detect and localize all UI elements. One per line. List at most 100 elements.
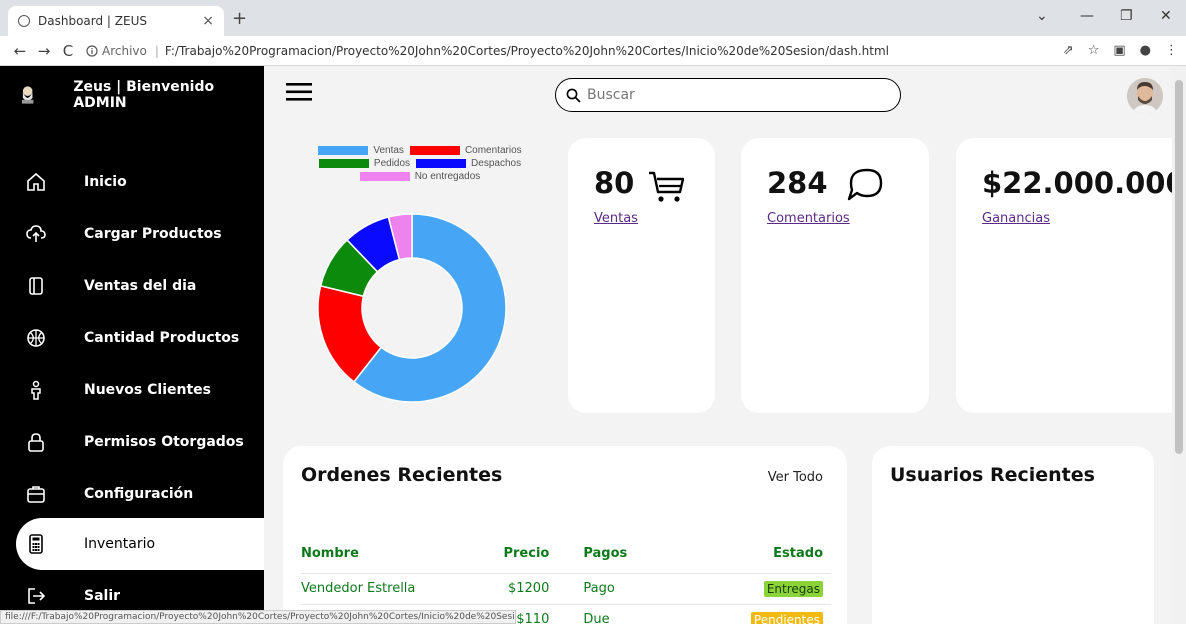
- view-all-link[interactable]: Ver Todo: [768, 470, 823, 485]
- scrollbar-thumb[interactable]: [1175, 80, 1183, 454]
- calculator-icon: [26, 534, 46, 554]
- order-payment: Pago: [573, 572, 704, 604]
- sidebar-item-ventas-del-dia[interactable]: Ventas del dia: [16, 260, 264, 312]
- sidebar-item-label: Salir: [84, 588, 121, 604]
- legend-item[interactable]: No entregados: [359, 171, 480, 182]
- sidebar-item-configuracion[interactable]: Configuración: [16, 468, 264, 520]
- column-header: Precio: [503, 546, 550, 562]
- legend-item[interactable]: Pedidos: [318, 158, 411, 169]
- stat-link[interactable]: Comentarios: [767, 211, 850, 226]
- user-photo: [1127, 78, 1163, 114]
- stat-link[interactable]: Ventas: [594, 211, 638, 226]
- legend-item[interactable]: Comentarios: [409, 145, 522, 156]
- info-icon: [86, 44, 98, 57]
- basketball-icon: [26, 328, 46, 348]
- legend-swatch: [318, 146, 369, 155]
- stat-value: $22.000.000: [982, 166, 1186, 200]
- close-window-button[interactable]: ✕: [1160, 8, 1172, 24]
- app: Zeus | Bienvenido ADMIN Inicio Cargar Pr…: [0, 66, 1186, 624]
- table-row[interactable]: Vendedor Estrella $1200 Pago Entregas: [301, 572, 831, 604]
- column-header: Nombre: [301, 546, 359, 562]
- table-header-row: Nombre Precio Pagos Estado: [301, 535, 831, 573]
- cloud-upload-icon: [26, 224, 46, 244]
- hamburger-menu-icon[interactable]: [286, 82, 312, 102]
- avatar[interactable]: [1127, 78, 1163, 114]
- stat-card-comentarios: 284 Comentarios: [741, 138, 929, 413]
- reload-button[interactable]: C: [56, 42, 80, 60]
- status-badge: Entregas: [763, 580, 823, 597]
- donut-svg: [317, 213, 507, 403]
- stat-link[interactable]: Ganancias: [982, 211, 1050, 226]
- stat-value: 284: [767, 166, 828, 200]
- divider: |: [154, 43, 159, 58]
- sidebar-item-label: Configuración: [84, 486, 194, 502]
- forward-button[interactable]: →: [32, 42, 56, 60]
- panel-title: Ordenes Recientes: [301, 464, 503, 486]
- legend-item[interactable]: Despachos: [416, 158, 521, 169]
- sidebar-brand[interactable]: Zeus | Bienvenido ADMIN: [20, 79, 264, 111]
- sidebar-item-label: Cantidad Productos: [84, 330, 240, 346]
- search-icon: [566, 88, 581, 103]
- legend-swatch: [318, 159, 369, 168]
- profile-icon[interactable]: ●: [1140, 43, 1151, 58]
- panel-title: Usuarios Recientes: [890, 464, 1095, 486]
- legend-swatch: [416, 159, 467, 168]
- chat-bubble-icon: [847, 168, 883, 201]
- legend-swatch: [359, 172, 410, 181]
- sidebar-item-label: Permisos Otorgados: [84, 434, 244, 450]
- column-header: Pagos: [583, 546, 628, 562]
- star-icon[interactable]: ☆: [1088, 43, 1100, 58]
- legend-label: Despachos: [471, 158, 522, 169]
- address-bar: ← → C Archivo | F:/Trabajo%20Programacio…: [0, 36, 1186, 66]
- new-tab-button[interactable]: +: [232, 8, 247, 29]
- status-badge: Pendientes: [750, 611, 823, 624]
- sidebar-item-cargar-productos[interactable]: Cargar Productos: [16, 208, 264, 260]
- sidebar-item-label: Ventas del dia: [84, 278, 197, 294]
- share-icon[interactable]: ⇗: [1063, 43, 1074, 58]
- back-button[interactable]: ←: [8, 42, 32, 60]
- order-price: $1200: [483, 572, 574, 604]
- sidebar-item-label: Inicio: [84, 174, 127, 190]
- sidebar-item-label: Nuevos Clientes: [84, 382, 211, 398]
- search-box: [555, 78, 901, 112]
- cart-icon: [649, 171, 684, 202]
- stat-card-ganancias: $22.000.000 Ganancias: [956, 138, 1186, 413]
- minimize-button[interactable]: —: [1080, 8, 1094, 24]
- tab-close-icon[interactable]: ×: [202, 13, 214, 29]
- more-icon[interactable]: ⋮: [1165, 43, 1178, 58]
- browser-tab[interactable]: Dashboard | ZEUS ×: [8, 6, 224, 36]
- legend-label: Pedidos: [373, 158, 411, 169]
- order-status-cell: Entregas: [703, 572, 831, 604]
- briefcase-icon: [26, 484, 46, 504]
- url-field[interactable]: Archivo | F:/Trabajo%20Programacion/Proy…: [86, 39, 1086, 63]
- logout-icon: [26, 586, 46, 606]
- restore-button[interactable]: ❐: [1120, 8, 1133, 24]
- url-text: F:/Trabajo%20Programacion/Proyecto%20Joh…: [164, 43, 889, 58]
- column-header: Estado: [773, 546, 823, 562]
- chevron-down-icon[interactable]: ⌄: [1036, 8, 1048, 24]
- book-icon: [26, 276, 46, 296]
- zeus-logo-icon: [21, 86, 34, 104]
- sidebar-item-nuevos-clientes[interactable]: Nuevos Clientes: [16, 364, 264, 416]
- lock-icon: [26, 432, 46, 452]
- sidebar-item-inventario[interactable]: Inventario: [16, 518, 264, 570]
- legend-item[interactable]: Ventas: [318, 145, 404, 156]
- address-label: Archivo: [102, 43, 147, 58]
- sidebar-item-inicio[interactable]: Inicio: [16, 156, 264, 208]
- sidebar-item-label: Inventario: [84, 536, 156, 552]
- legend-label: Ventas: [373, 145, 404, 156]
- sidepanel-icon[interactable]: ▣: [1113, 43, 1125, 58]
- chart-legend: Ventas Comentarios Pedidos Despachos No …: [300, 144, 540, 183]
- address-bar-actions: ⇗ ☆ ▣ ● ⋮: [1063, 43, 1178, 58]
- order-name: Vendedor Estrella: [301, 572, 484, 604]
- recent-users-panel: Usuarios Recientes: [872, 446, 1154, 624]
- browser-tabbar: Dashboard | ZEUS × + ⌄ — ❐ ✕: [0, 0, 1186, 36]
- sidebar-item-cantidad-productos[interactable]: Cantidad Productos: [16, 312, 264, 364]
- sidebar-brand-label: Zeus | Bienvenido ADMIN: [73, 79, 215, 111]
- search-input[interactable]: [587, 87, 887, 103]
- order-status-cell: Pendientes: [703, 603, 831, 624]
- vertical-scrollbar[interactable]: [1172, 66, 1186, 624]
- order-payment: Due: [573, 603, 704, 624]
- sidebar-item-permisos-otorgados[interactable]: Permisos Otorgados: [16, 416, 264, 468]
- stat-card-ventas: 80 Ventas: [568, 138, 715, 413]
